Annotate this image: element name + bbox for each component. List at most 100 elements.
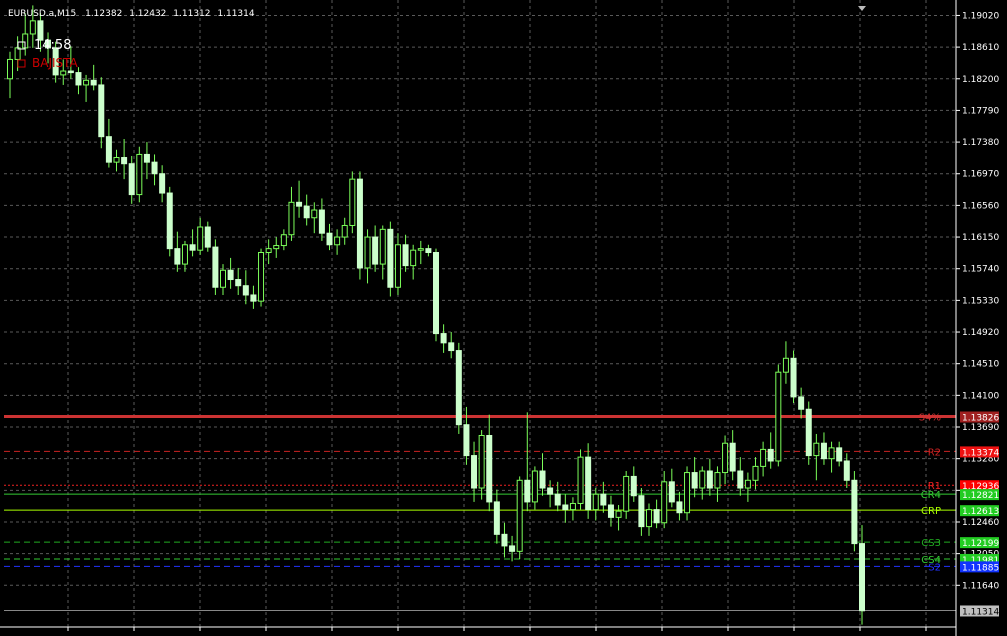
candle-body xyxy=(782,357,789,373)
candle-body xyxy=(98,84,105,138)
candle-body xyxy=(478,435,485,489)
candle-body xyxy=(859,543,865,612)
candle-body xyxy=(410,249,417,267)
candle-body xyxy=(547,487,554,495)
candle-body xyxy=(364,236,371,269)
candle-body xyxy=(820,442,827,460)
candle-body xyxy=(242,285,249,296)
candle-body xyxy=(318,209,325,234)
candle-body xyxy=(661,481,668,524)
candle-body xyxy=(394,244,401,288)
y-tick-label: 1.17380 xyxy=(962,138,999,148)
candle-body xyxy=(197,226,204,251)
price-chart[interactable]: S4%R2R1CR4CRPCS3CS4S2 1.190201.186101.18… xyxy=(0,0,1007,636)
candle-body xyxy=(448,342,455,352)
candle-body xyxy=(684,472,691,514)
candle-body xyxy=(311,209,318,219)
y-tick-label: 1.11640 xyxy=(962,581,999,591)
candle-body xyxy=(372,236,379,265)
candle-body xyxy=(729,442,736,472)
candle-body xyxy=(250,294,257,302)
candle-body xyxy=(706,470,713,489)
candle-body xyxy=(699,470,706,489)
candle-body xyxy=(577,456,584,504)
candle-body xyxy=(402,244,409,267)
candle-body xyxy=(668,481,675,503)
candle-body xyxy=(646,509,652,528)
candle-body xyxy=(790,357,797,398)
candle-body xyxy=(539,470,546,489)
candle-body xyxy=(387,228,394,288)
candle-body xyxy=(341,224,348,238)
candle-body xyxy=(288,201,295,236)
candle-body xyxy=(296,201,303,207)
candle-body xyxy=(113,157,120,163)
candle-body xyxy=(220,269,226,288)
candle-body xyxy=(151,161,158,175)
candle-body xyxy=(417,248,424,251)
countdown-timer: 14:58 xyxy=(34,38,71,53)
candle-body xyxy=(775,371,782,462)
candle-body xyxy=(805,408,812,457)
candle-body xyxy=(265,248,272,253)
candle-body xyxy=(531,470,538,503)
candle-body xyxy=(630,475,637,497)
candle-body xyxy=(425,248,432,253)
candle-body xyxy=(273,245,280,250)
candle-body xyxy=(836,447,843,462)
candle-body xyxy=(851,479,858,545)
candle-body xyxy=(592,493,599,511)
candle-body xyxy=(493,501,500,535)
candle-body xyxy=(7,58,13,80)
candle-body xyxy=(562,504,569,511)
candle-body xyxy=(189,244,196,251)
candle-body xyxy=(752,465,759,481)
candle-body xyxy=(607,504,614,518)
level-price-label: 1.12613 xyxy=(962,507,999,517)
y-tick-label: 1.12460 xyxy=(962,518,999,528)
trend-label: BAJISTA xyxy=(32,56,79,70)
y-tick-label: 1.17790 xyxy=(962,106,999,116)
y-tick-label: 1.15330 xyxy=(962,296,999,306)
level-label: R2 xyxy=(928,447,941,458)
candle-body xyxy=(585,456,592,511)
y-tick-label: 1.14920 xyxy=(962,328,999,338)
candle-body xyxy=(653,509,660,524)
candle-body xyxy=(143,153,150,163)
level-price-label: 1.13826 xyxy=(962,414,999,424)
candle-body xyxy=(638,495,645,528)
candle-body xyxy=(676,501,683,514)
candle-body xyxy=(455,350,462,426)
level-label: CS3 xyxy=(921,538,941,549)
candle-body xyxy=(554,493,561,506)
candle-body xyxy=(121,157,128,165)
candle-body xyxy=(760,448,767,467)
candle-body xyxy=(67,70,74,74)
candle-body xyxy=(227,269,234,281)
level-label: S4% xyxy=(919,413,941,424)
candle-body xyxy=(463,424,470,457)
candle-body xyxy=(813,442,820,457)
candle-body xyxy=(691,472,698,489)
candle-body xyxy=(128,163,135,196)
y-tick-label: 1.18610 xyxy=(962,43,999,53)
candle-body xyxy=(29,20,36,35)
candle-body xyxy=(798,396,805,410)
candle-body xyxy=(83,79,90,86)
candle-body xyxy=(615,510,622,518)
candle-body xyxy=(349,178,356,226)
candle-body xyxy=(744,479,751,489)
level-label: CRP xyxy=(921,506,941,517)
candle-body xyxy=(486,435,493,503)
candle-body xyxy=(105,136,112,163)
candle-body xyxy=(334,236,341,246)
level-price-label: 1.12199 xyxy=(962,539,999,549)
candle-body xyxy=(722,442,729,474)
y-tick-label: 1.16970 xyxy=(962,170,999,180)
y-tick-label: 1.16560 xyxy=(962,201,999,211)
candle-body xyxy=(623,475,630,512)
candle-body xyxy=(181,244,188,265)
y-tick-label: 1.18200 xyxy=(962,75,999,85)
y-tick-label: 1.14100 xyxy=(962,391,999,401)
last-price-label: 1.11314 xyxy=(962,607,999,617)
